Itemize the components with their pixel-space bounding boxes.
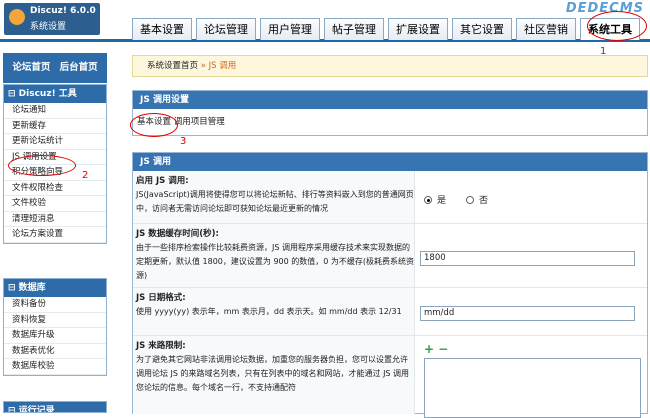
breadcrumb-home[interactable]: 系统设置首页 [147, 61, 198, 71]
tab-other-settings[interactable]: 其它设置 [452, 18, 512, 40]
annotation-circle-system-tools [587, 11, 647, 41]
discuz-logo[interactable]: Discuz! 6.0.0 系统设置 [4, 3, 100, 35]
database-title[interactable]: ⊟ 数据库 [4, 279, 106, 297]
main-content: 系统设置首页 » JS 调用 JS 调用设置 基本设置 调用项目管理 JS 调用… [128, 45, 650, 418]
sidebar-item-forum-notice[interactable]: 论坛通知 [4, 103, 106, 119]
annotation-circle-js-settings [8, 155, 76, 176]
enable-no-label: 否 [479, 196, 489, 206]
cache-label: JS 数据缓存时间(秒): [136, 229, 219, 239]
sidebar-item-db-verify[interactable]: 数据库校验 [4, 359, 106, 375]
date-description: JS 日期格式: 使用 yyyy(yy) 表示年，mm 表示月，dd 表示天。如… [133, 288, 415, 335]
sidebar-item-backup[interactable]: 资料备份 [4, 297, 106, 313]
tab-post-management[interactable]: 帖子管理 [324, 18, 384, 40]
logo-subtitle: 系统设置 [30, 22, 67, 32]
date-format-input[interactable]: mm/dd [420, 306, 635, 321]
cache-description: JS 数据缓存时间(秒): 由于一些排序检索操作比较耗费资源，JS 调用程序采用… [133, 224, 415, 287]
sidebar-item-restore[interactable]: 资料恢复 [4, 313, 106, 328]
admin-home-link[interactable]: 后台首页 [60, 62, 98, 73]
quick-links: 论坛首页 后台首页 [3, 53, 107, 83]
cache-field: 1800 [418, 224, 647, 287]
referer-field: + − [418, 336, 647, 418]
sidebar-item-update-stats[interactable]: 更新论坛统计 [4, 134, 106, 150]
js-settings-title: JS 调用设置 [133, 91, 647, 109]
radio-unchecked-icon [466, 196, 474, 204]
enable-description: 启用 JS 调用: JS(JavaScript)调用将使得您可以将论坛新帖、排行… [133, 171, 415, 223]
annotation-circle-basic-settings [130, 113, 178, 137]
forum-home-link[interactable]: 论坛首页 [12, 62, 50, 73]
setting-row-enable: 启用 JS 调用: JS(JavaScript)调用将使得您可以将论坛新帖、排行… [133, 171, 647, 224]
subnav-item-management[interactable]: 调用项目管理 [174, 117, 225, 127]
tab-community-marketing[interactable]: 社区营销 [516, 18, 576, 40]
sidebar-item-update-cache[interactable]: 更新缓存 [4, 119, 106, 134]
setting-row-date: JS 日期格式: 使用 yyyy(yy) 表示年，mm 表示月，dd 表示天。如… [133, 288, 647, 336]
setting-row-referer: JS 来路限制: 为了避免其它网站非法调用论坛数据，加重您的服务器负担，您可以设… [133, 336, 647, 418]
enable-text: JS(JavaScript)调用将使得您可以将论坛新帖、排行等资料嵌入到您的普通… [136, 190, 414, 213]
sidebar: 论坛首页 后台首页 ⊟ Discuz! 工具 论坛通知 更新缓存 更新论坛统计 … [0, 45, 110, 413]
tab-user-management[interactable]: 用户管理 [260, 18, 320, 40]
tab-extension-settings[interactable]: 扩展设置 [388, 18, 448, 40]
annotation-number-2: 2 [82, 170, 89, 181]
sidebar-item-db-upgrade[interactable]: 数据库升级 [4, 328, 106, 344]
enable-field: 是 否 [418, 171, 647, 223]
js-call-panel: JS 调用 启用 JS 调用: JS(JavaScript)调用将使得您可以将论… [132, 152, 648, 418]
js-settings-panel: JS 调用设置 基本设置 调用项目管理 [132, 90, 648, 136]
date-field: mm/dd [418, 288, 647, 335]
discuz-tools-title[interactable]: ⊟ Discuz! 工具 [4, 85, 106, 103]
referer-list-textarea[interactable] [424, 358, 641, 418]
referer-label: JS 来路限制: [136, 341, 186, 351]
tab-basic-settings[interactable]: 基本设置 [132, 18, 192, 40]
radio-checked-icon [424, 196, 432, 204]
breadcrumb-separator: » [198, 61, 209, 71]
referer-description: JS 来路限制: 为了避免其它网站非法调用论坛数据，加重您的服务器负担，您可以设… [133, 336, 415, 414]
enable-no-radio[interactable]: 否 [466, 193, 488, 206]
logs-title[interactable]: ⊟ 运行记录 [4, 402, 106, 412]
enable-yes-radio[interactable]: 是 [424, 193, 446, 206]
sidebar-item-file-permissions[interactable]: 文件权限检查 [4, 181, 106, 196]
referer-text: 为了避免其它网站非法调用论坛数据，加重您的服务器负担，您可以设置允许调用论坛 J… [136, 355, 410, 392]
enable-label: 启用 JS 调用: [136, 176, 189, 186]
cache-text: 由于一些排序检索操作比较耗费资源，JS 调用程序采用缓存技术来实现数据的定期更新… [136, 243, 415, 280]
sidebar-item-forum-scheme[interactable]: 论坛方案设置 [4, 227, 106, 243]
logs-group: ⊟ 运行记录 [3, 401, 107, 413]
breadcrumb: 系统设置首页 » JS 调用 [132, 55, 648, 77]
cache-time-input[interactable]: 1800 [420, 251, 635, 266]
js-call-title: JS 调用 [133, 153, 647, 171]
enable-yes-label: 是 [437, 196, 447, 206]
annotation-number-1: 1 [600, 46, 607, 57]
date-label: JS 日期格式: [136, 293, 186, 303]
top-bar: Discuz! 6.0.0 系统设置 DEDECMS 基本设置 论坛管理 用户管… [0, 0, 650, 42]
logo-icon [9, 9, 25, 25]
date-text: 使用 yyyy(yy) 表示年，mm 表示月，dd 表示天。如 mm/dd 表示… [136, 307, 402, 316]
logo-version: Discuz! 6.0.0 [30, 6, 96, 16]
setting-row-cache: JS 数据缓存时间(秒): 由于一些排序检索操作比较耗费资源，JS 调用程序采用… [133, 224, 647, 288]
sidebar-item-table-optimize[interactable]: 数据表优化 [4, 344, 106, 359]
tab-forum-management[interactable]: 论坛管理 [196, 18, 256, 40]
js-settings-subnav: 基本设置 调用项目管理 [133, 109, 647, 135]
annotation-number-3: 3 [180, 136, 187, 147]
main-tabs: 基本设置 论坛管理 用户管理 帖子管理 扩展设置 其它设置 社区营销 系统工具 [132, 18, 644, 40]
database-group: ⊟ 数据库 资料备份 资料恢复 数据库升级 数据表优化 数据库校验 [3, 278, 107, 376]
sidebar-item-file-verify[interactable]: 文件校验 [4, 196, 106, 212]
add-remove-icon[interactable]: + − [424, 342, 448, 356]
sidebar-item-clear-messages[interactable]: 清理短消息 [4, 212, 106, 227]
breadcrumb-current: JS 调用 [208, 61, 237, 71]
